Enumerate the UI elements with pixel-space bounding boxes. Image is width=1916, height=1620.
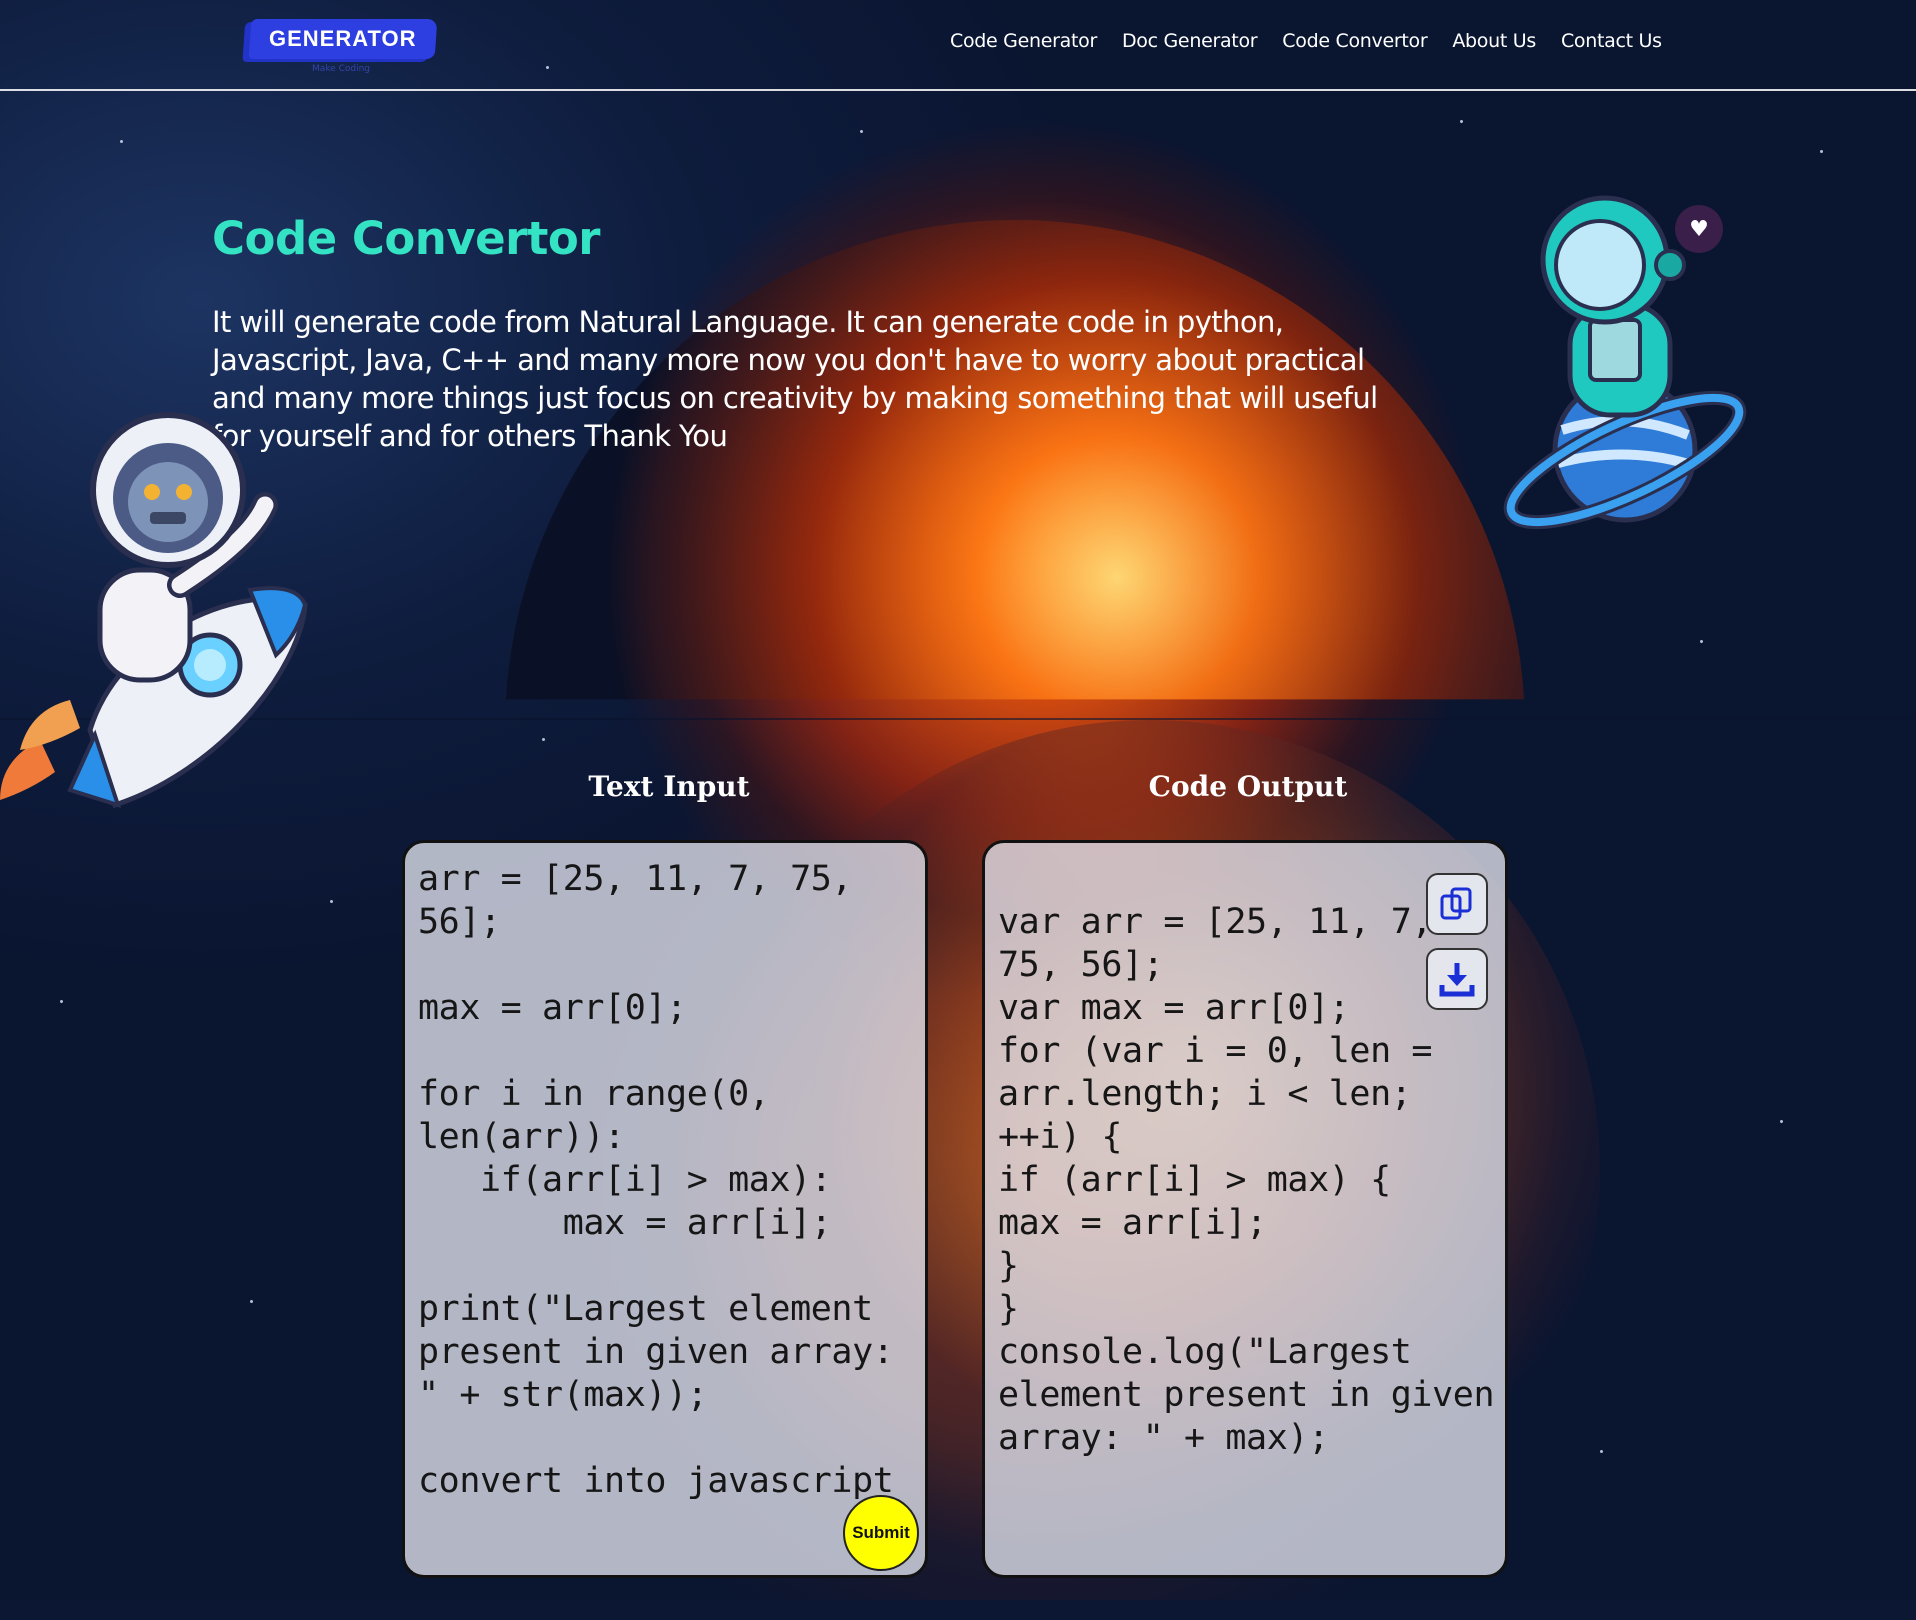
nav-links: Code Generator Doc Generator Code Conver… <box>950 30 1662 52</box>
nav-link-code-generator[interactable]: Code Generator <box>950 30 1097 52</box>
text-input-heading: Text Input <box>588 770 750 803</box>
nav-link-doc-generator[interactable]: Doc Generator <box>1122 30 1258 52</box>
star <box>1700 640 1703 643</box>
brand-logo-text: GENERATOR <box>269 26 417 51</box>
copy-icon <box>1440 887 1472 920</box>
nav-link-contact-us[interactable]: Contact Us <box>1561 30 1662 52</box>
star <box>120 140 123 143</box>
code-output-panel: var arr = [25, 11, 7, 75, 56]; var max =… <box>982 840 1508 1578</box>
page-title: Code Convertor <box>212 212 600 265</box>
star <box>250 1300 253 1303</box>
astronaut-planet-illustration <box>1503 195 1747 530</box>
star <box>60 1000 63 1003</box>
star <box>1460 120 1463 123</box>
hero-description: It will generate code from Natural Langu… <box>212 305 1378 453</box>
star <box>1600 1450 1603 1453</box>
brand-logo[interactable]: GENERATOR <box>248 19 438 59</box>
text-input-textarea[interactable]: arr = [25, 11, 7, 75, 56]; max = arr[0];… <box>418 858 918 1503</box>
star <box>860 130 863 133</box>
star <box>330 900 333 903</box>
nav-link-about-us[interactable]: About Us <box>1452 30 1536 52</box>
text-input-panel: arr = [25, 11, 7, 75, 56]; max = arr[0];… <box>402 840 928 1578</box>
code-output-heading: Code Output <box>1148 770 1348 803</box>
copy-button[interactable] <box>1426 873 1488 935</box>
download-button[interactable] <box>1426 948 1488 1010</box>
top-navbar: GENERATOR Make Coding Code Generator Doc… <box>0 0 1916 91</box>
star <box>542 738 545 741</box>
star <box>1780 1120 1783 1123</box>
submit-button[interactable]: Submit <box>843 1495 919 1571</box>
astronaut-rocket-illustration <box>0 412 308 809</box>
brand-tagline: Make Coding <box>312 64 370 74</box>
star <box>1820 150 1823 153</box>
heart-icon[interactable]: ♥ <box>1675 205 1723 253</box>
download-icon <box>1439 963 1475 997</box>
nav-link-code-convertor[interactable]: Code Convertor <box>1282 30 1427 52</box>
